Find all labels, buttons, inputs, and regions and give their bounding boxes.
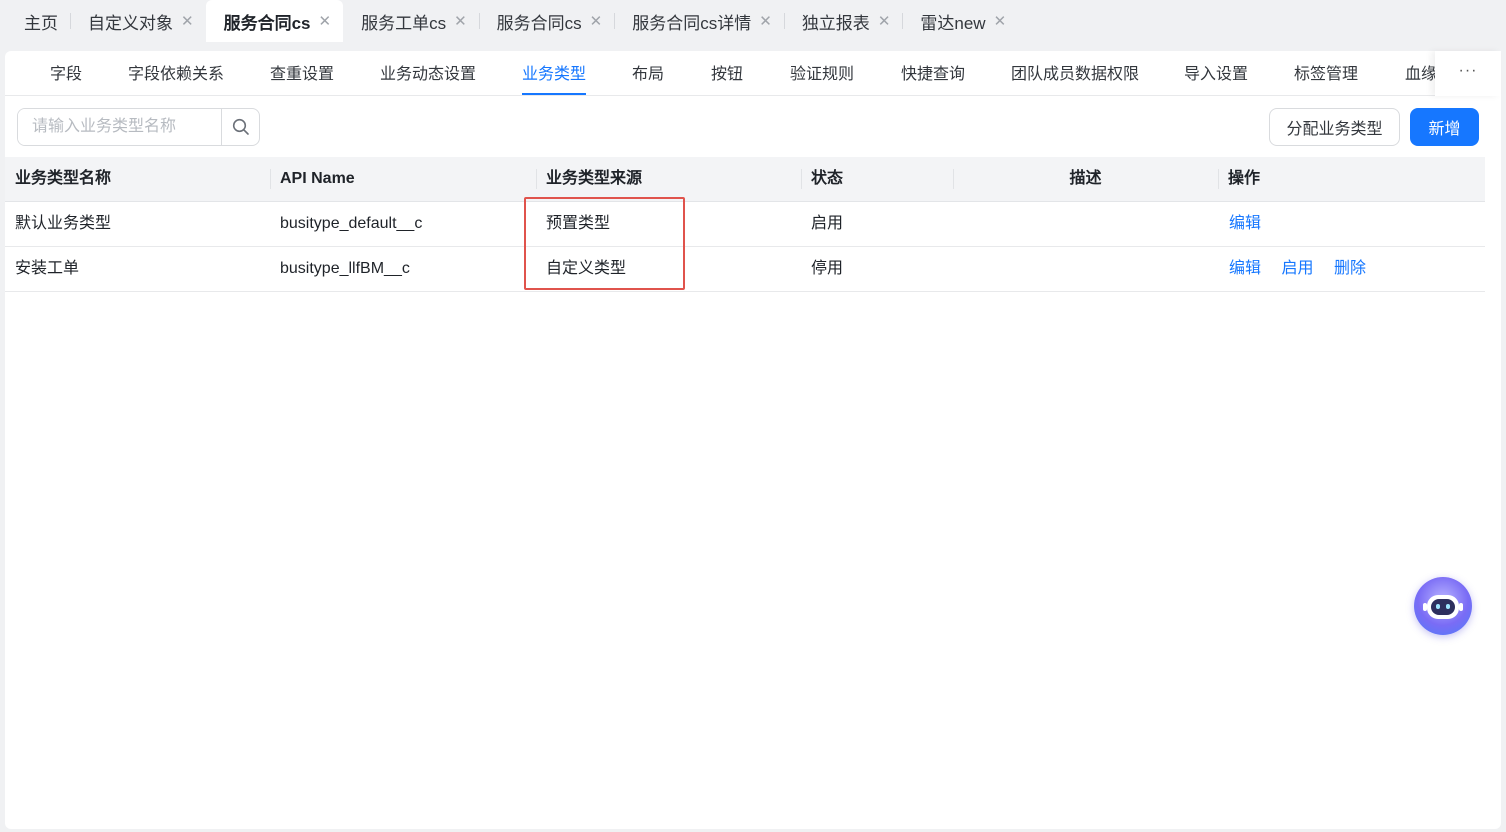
- page-tab-label: 主页: [24, 13, 58, 33]
- page-tab-service-order[interactable]: 服务工单cs ✕: [343, 0, 479, 42]
- cell-source: 预置类型: [546, 215, 611, 232]
- cell-actions: 编辑: [1218, 202, 1277, 246]
- enable-link[interactable]: 启用: [1281, 260, 1313, 277]
- edit-link[interactable]: 编辑: [1229, 260, 1261, 277]
- business-type-table: 业务类型名称 API Name 业务类型来源 状态 描述 操作 默认业务类型 b…: [5, 157, 1485, 292]
- cell-api-name: busitype_default__c: [280, 215, 423, 232]
- page-tab-service-contract-detail[interactable]: 服务合同cs详情 ✕: [614, 0, 784, 42]
- cell-description: [953, 202, 963, 246]
- page-tab-label: 服务合同cs: [496, 13, 582, 33]
- page-tab-label: 服务合同cs详情: [632, 13, 752, 33]
- assign-business-type-button[interactable]: 分配业务类型: [1269, 108, 1400, 146]
- tab-business-activity[interactable]: 业务动态设置: [380, 51, 476, 95]
- tab-lineage[interactable]: 血缘: [1405, 51, 1435, 95]
- robot-icon: [1423, 595, 1463, 619]
- tab-business-type[interactable]: 业务类型: [522, 51, 587, 95]
- tab-validation-rules[interactable]: 验证规则: [790, 51, 854, 95]
- cell-source: 自定义类型: [546, 260, 627, 277]
- close-icon[interactable]: ✕: [181, 12, 194, 30]
- cell-status: 停用: [811, 260, 844, 277]
- tab-duplicate-check[interactable]: 查重设置: [270, 51, 334, 95]
- close-icon[interactable]: ✕: [454, 12, 467, 30]
- tab-field-dependency[interactable]: 字段依赖关系: [128, 51, 224, 95]
- main-panel: 字段 字段依赖关系 查重设置 业务动态设置 业务类型 布局 按钮 验证规则 快捷…: [5, 51, 1501, 829]
- table-header: 业务类型名称 API Name 业务类型来源 状态 描述 操作: [5, 157, 1485, 202]
- page-tab-report[interactable]: 独立报表 ✕: [783, 0, 903, 42]
- add-business-type-button[interactable]: 新增: [1410, 108, 1479, 146]
- cell-name: 默认业务类型: [15, 215, 112, 232]
- close-icon[interactable]: ✕: [590, 12, 603, 30]
- page-tab-radar[interactable]: 雷达new ✕: [902, 0, 1018, 42]
- cell-description: [953, 247, 963, 291]
- ai-assistant-button[interactable]: [1414, 577, 1472, 635]
- tab-fields[interactable]: 字段: [50, 51, 82, 95]
- more-tabs-button[interactable]: ···: [1435, 51, 1501, 96]
- settings-tab-bar: 字段 字段依赖关系 查重设置 业务动态设置 业务类型 布局 按钮 验证规则 快捷…: [5, 51, 1435, 96]
- cell-actions: 编辑 启用 删除: [1218, 247, 1382, 291]
- column-header-source: 业务类型来源: [536, 157, 801, 201]
- column-header-actions: 操作: [1218, 157, 1485, 201]
- column-header-api-name: API Name: [270, 157, 536, 201]
- page-tab-home[interactable]: 主页: [0, 0, 70, 42]
- page-tab-service-contract-active[interactable]: 服务合同cs ✕: [205, 0, 344, 42]
- column-header-status: 状态: [801, 157, 953, 201]
- close-icon[interactable]: ✕: [994, 12, 1007, 30]
- delete-link[interactable]: 删除: [1334, 260, 1366, 277]
- edit-link[interactable]: 编辑: [1229, 215, 1261, 232]
- tab-layout[interactable]: 布局: [632, 51, 664, 95]
- page-tab-label: 雷达new: [920, 13, 986, 33]
- page-tab-label: 独立报表: [801, 13, 870, 33]
- search-input[interactable]: [18, 109, 221, 145]
- cell-status: 启用: [811, 215, 844, 232]
- tab-quick-query[interactable]: 快捷查询: [901, 51, 965, 95]
- search-button[interactable]: [221, 109, 259, 145]
- close-icon[interactable]: ✕: [878, 12, 891, 30]
- cell-api-name: busitype_llfBM__c: [280, 260, 410, 277]
- close-icon[interactable]: ✕: [759, 12, 772, 30]
- column-header-name: 业务类型名称: [15, 170, 112, 187]
- page-tab-bar: 主页 自定义对象 ✕ 服务合同cs ✕ 服务工单cs ✕ 服务合同cs ✕ 服务合同cs…: [0, 0, 1506, 42]
- tab-team-permissions[interactable]: 团队成员数据权限: [1011, 51, 1139, 95]
- page-tab-custom-object[interactable]: 自定义对象 ✕: [70, 0, 206, 42]
- search-icon: [232, 118, 249, 135]
- search-box: [17, 108, 260, 146]
- tab-buttons[interactable]: 按钮: [711, 51, 743, 95]
- table-row: 安装工单 busitype_llfBM__c 自定义类型 停用 编辑 启用 删除: [5, 247, 1485, 292]
- column-header-description: 描述: [953, 157, 1218, 201]
- tab-import-settings[interactable]: 导入设置: [1184, 51, 1248, 95]
- page-tab-label: 服务工单cs: [361, 13, 447, 33]
- page-tab-service-contract[interactable]: 服务合同cs ✕: [478, 0, 615, 42]
- page-tab-label: 自定义对象: [88, 13, 173, 33]
- cell-name: 安装工单: [15, 260, 80, 277]
- tab-tag-management[interactable]: 标签管理: [1294, 51, 1358, 95]
- page-tab-label: 服务合同cs: [223, 13, 311, 33]
- table-row: 默认业务类型 busitype_default__c 预置类型 启用 编辑: [5, 202, 1485, 247]
- close-icon[interactable]: ✕: [319, 12, 332, 30]
